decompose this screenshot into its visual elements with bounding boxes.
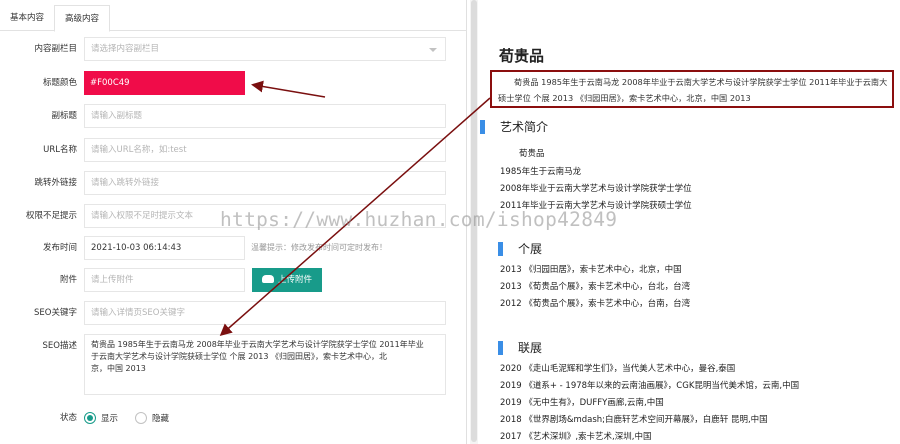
seo-description-line: 京，中国 2013	[91, 364, 146, 373]
row-seo-keywords: SEO关键字 请输入详情页SEO关键字	[0, 301, 467, 325]
external-link-input[interactable]: 请输入跳转外链接	[84, 171, 446, 195]
publish-time-hint: 温馨提示：修改发布时间可定时发布！	[251, 243, 387, 252]
intro-line: 2008年毕业于云南大学艺术与设计学院获学士学位	[500, 184, 692, 194]
title-color-input[interactable]: #F00C49	[84, 71, 245, 95]
seo-preview-line: 荀贵品 1985年生于云南马龙 2008年毕业于云南大学艺术与设计学院获学士学位…	[514, 77, 888, 87]
row-url-name: URL名称 请输入URL名称，如:test	[0, 138, 467, 162]
attachment-input[interactable]: 请上传附件	[84, 268, 245, 292]
status-show-radio[interactable]: 显示	[84, 412, 118, 424]
tab-advanced[interactable]: 高级内容	[54, 5, 111, 32]
page-title: 荀贵品	[499, 47, 545, 65]
row-external-link: 跳转外链接 请输入跳转外链接	[0, 171, 467, 195]
row-status: 状态 显示 隐藏	[0, 406, 467, 430]
row-seo-description: SEO描述 荀贵品 1985年生于云南马龙 2008年毕业于云南大学艺术与设计学…	[0, 334, 467, 395]
section-heading-text: 联展	[518, 341, 543, 355]
solo-line: 2012 《荀贵品个展》，索卡艺术中心，台南，台湾	[500, 299, 691, 309]
attachment-label: 附件	[59, 275, 77, 285]
seo-keywords-input[interactable]: 请输入详情页SEO关键字	[84, 301, 446, 325]
column-select[interactable]: 请选择内容副栏目	[84, 37, 446, 61]
row-attachment: 附件 请上传附件 上传附件	[0, 268, 467, 292]
radio-checked-icon	[84, 412, 96, 424]
subtitle-label: 副标题	[51, 111, 77, 121]
seo-keywords-label: SEO关键字	[34, 308, 77, 318]
seo-description-textarea[interactable]: 荀贵品 1985年生于云南马龙 2008年毕业于云南大学艺术与设计学院获学士学位…	[84, 334, 446, 395]
tab-basic[interactable]: 基本内容	[0, 5, 54, 32]
tab-bar: 基本内容 高级内容	[0, 5, 467, 32]
row-column: 内容副栏目 请选择内容副栏目	[0, 37, 467, 61]
seo-description-label: SEO描述	[42, 341, 77, 351]
section-heading-text: 艺术简介	[500, 120, 549, 134]
url-name-label: URL名称	[43, 145, 77, 155]
group-line: 2018 《世界剧场&mdash;白鹿轩艺术空间开幕展》，白鹿轩 昆明,中国	[500, 415, 768, 425]
solo-line: 2013 《荀贵品个展》，索卡艺术中心，台北，台湾	[500, 282, 691, 292]
row-publish-time: 发布时间 2021-10-03 06:14:43 温馨提示：修改发布时间可定时发…	[0, 236, 467, 260]
subtitle-input[interactable]: 请输入副标题	[84, 104, 446, 128]
group-line: 2017 《艺术深圳》,索卡艺术,深圳,中国	[500, 432, 652, 442]
status-label: 状态	[59, 413, 77, 423]
watermark-text: https://www.huzhan.com/ishop42849	[220, 208, 618, 231]
status-hide-label: 隐藏	[152, 414, 170, 424]
group-line: 2019 《道系+ - 1978年以来的云南油画展》，CGK昆明当代美术馆，云南…	[500, 381, 800, 391]
publish-time-input[interactable]: 2021-10-03 06:14:43	[84, 236, 245, 260]
row-subtitle: 副标题 请输入副标题	[0, 104, 467, 128]
title-color-label: 标题颜色	[42, 78, 77, 88]
group-line: 2019 《无中生有》，DUFFY画廊,云南,中国	[500, 398, 664, 408]
seo-preview-line: 硕士学位 个展 2013 《归园田居》，索卡艺术中心，北京，中国 2013	[498, 93, 751, 103]
intro-line: 1985年生于云南马龙	[500, 167, 582, 177]
seo-description-line: 荀贵品 1985年生于云南马龙 2008年毕业于云南大学艺术与设计学院获学士学位…	[91, 340, 424, 349]
seo-description-line: 于云南大学艺术与设计学院获硕士学位 个展 2013 《归园田居》，索卡艺术中心，…	[91, 352, 387, 361]
upload-button-label: 上传附件	[278, 275, 313, 285]
cloud-upload-icon	[262, 274, 274, 283]
radio-unchecked-icon	[135, 412, 147, 424]
solo-line: 2013 《归园田居》，索卡艺术中心，北京，中国	[500, 265, 682, 275]
external-link-label: 跳转外链接	[34, 178, 77, 188]
intro-line: 荀贵品	[519, 149, 545, 159]
section-marker	[480, 120, 485, 134]
status-hide-radio[interactable]: 隐藏	[135, 412, 169, 424]
section-marker	[498, 341, 503, 355]
publish-time-label: 发布时间	[42, 243, 77, 253]
row-title-color: 标题颜色 #F00C49	[0, 71, 467, 95]
upload-attachment-button[interactable]: 上传附件	[252, 268, 322, 292]
group-line: 2020 《走山毛泥辉和学生们》，当代美人艺术中心，曼谷,泰国	[500, 364, 736, 374]
section-marker	[498, 242, 503, 256]
url-name-input[interactable]: 请输入URL名称，如:test	[84, 138, 446, 162]
column-placeholder: 请选择内容副栏目	[91, 44, 160, 54]
status-show-label: 显示	[101, 414, 119, 424]
section-heading-text: 个展	[518, 242, 543, 256]
no-permission-label: 权限不足提示	[25, 211, 77, 221]
column-label: 内容副栏目	[34, 44, 77, 54]
chevron-down-icon	[429, 48, 437, 52]
